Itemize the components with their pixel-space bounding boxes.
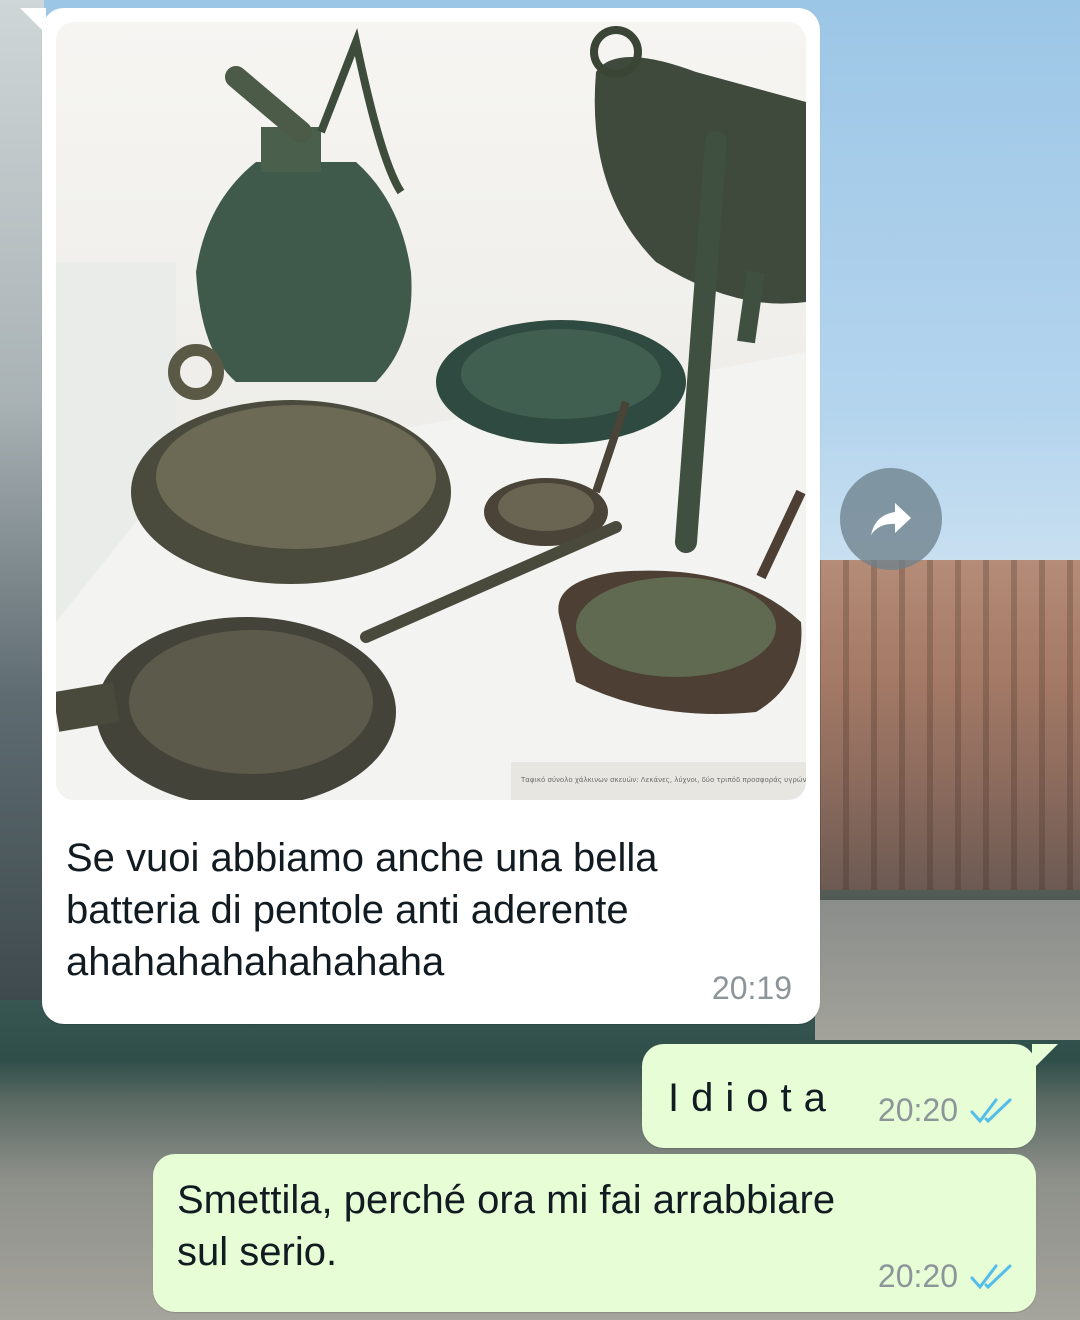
message-meta: 20:20 xyxy=(878,1258,1014,1295)
incoming-text-line: batteria di pentole anti aderente xyxy=(66,888,629,932)
forward-button[interactable] xyxy=(840,468,942,570)
message-photo[interactable]: Ταφικό σύνολο χάλκινων σκευών: Λεκάνες, … xyxy=(56,22,806,800)
incoming-text-line: ahahahahahahahaha xyxy=(66,940,445,984)
message-meta: 20:20 xyxy=(878,1092,1014,1129)
outgoing-message-bubble[interactable]: Smettila, perché ora mi fai arrabbiare s… xyxy=(153,1154,1036,1312)
wallpaper-left-building xyxy=(0,0,44,1000)
incoming-message-bubble[interactable]: Ταφικό σύνολο χάλκινων σκευών: Λεκάνες, … xyxy=(20,8,820,1024)
outgoing-text-line: Smettila, perché ora mi fai arrabbiare xyxy=(177,1178,836,1222)
outgoing-message-text: Idiota xyxy=(668,1076,838,1120)
bronze-vessels-illustration: Ταφικό σύνολο χάλκινων σκευών: Λεκάνες, … xyxy=(56,26,806,800)
incoming-text-line: Se vuoi abbiamo anche una bella xyxy=(66,836,658,880)
incoming-timestamp: 20:19 xyxy=(711,970,792,1006)
double-check-read-icon xyxy=(970,1098,1012,1123)
incoming-message-text: Se vuoi abbiamo anche una bella batteria… xyxy=(66,832,766,988)
outgoing-text-line: sul serio. xyxy=(177,1230,338,1274)
outgoing-timestamp: 20:20 xyxy=(877,1092,958,1128)
wallpaper-quay xyxy=(815,900,1080,1040)
double-check-read-icon xyxy=(970,1264,1012,1289)
outgoing-timestamp: 20:20 xyxy=(877,1258,958,1294)
outgoing-message-bubble[interactable]: Idiota 20:20 xyxy=(642,1044,1058,1148)
forward-arrow-icon xyxy=(871,503,911,535)
wallpaper-buildings xyxy=(815,560,1080,890)
photo-caption: Ταφικό σύνολο χάλκινων σκευών: Λεκάνες, … xyxy=(520,776,806,784)
outgoing-message-text: Smettila, perché ora mi fai arrabbiare s… xyxy=(177,1174,977,1278)
